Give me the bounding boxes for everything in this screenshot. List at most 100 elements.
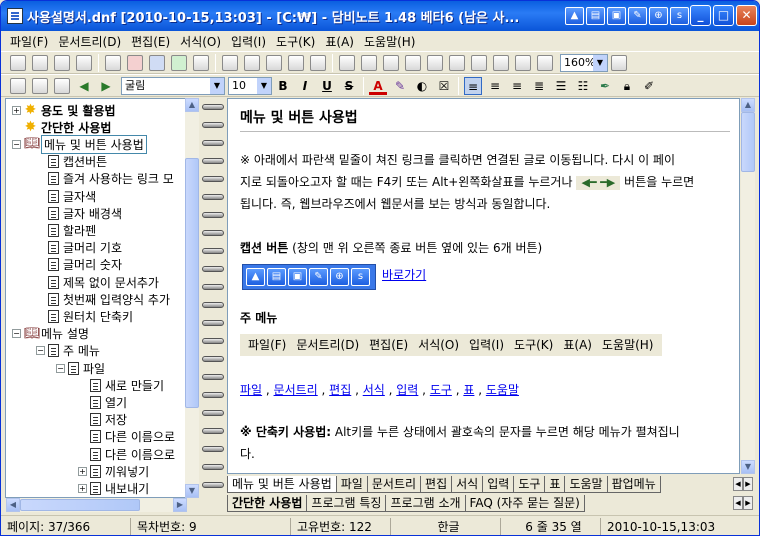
link-doctree[interactable]: 문서트리	[274, 383, 318, 397]
print-icon[interactable]	[76, 54, 92, 71]
caption-pin-button[interactable]: ⊕	[649, 7, 668, 25]
save-icon[interactable]	[54, 54, 70, 71]
collapse-icon[interactable]: −	[12, 329, 21, 339]
highlight-icon[interactable]: ✎	[391, 77, 409, 95]
sample-page-button[interactable]: ▣	[288, 268, 307, 286]
image-icon[interactable]	[361, 54, 377, 71]
undo-icon[interactable]	[222, 54, 238, 71]
expand-icon[interactable]: +	[78, 466, 87, 476]
open-folder-icon[interactable]	[32, 54, 48, 71]
caption-s-button[interactable]: s	[670, 7, 689, 25]
align-right-icon[interactable]: ≡	[508, 77, 526, 95]
border-icon[interactable]: ☒	[435, 77, 453, 95]
link-format[interactable]: 서식	[363, 383, 385, 397]
refresh-icon[interactable]	[32, 77, 48, 94]
menu-insert[interactable]: 입력(I)	[226, 33, 271, 50]
tree-item[interactable]: − 📖︎ 메뉴 설명	[12, 325, 89, 343]
sum-icon[interactable]	[405, 54, 421, 71]
tab-item[interactable]: 도움말	[564, 476, 608, 493]
font-size-select[interactable]: 10 ▼	[228, 76, 272, 95]
document-content[interactable]: 메뉴 및 버튼 사용법 ※ 아래에서 파란색 밑줄이 쳐진 링크를 클릭하면 연…	[227, 98, 740, 474]
tab-item[interactable]: 서식	[451, 476, 484, 493]
tab-next-icon[interactable]: ▶	[743, 477, 753, 491]
tab-prev-icon[interactable]: ◀	[733, 496, 743, 510]
scroll-down-icon[interactable]: ▼	[741, 460, 755, 474]
link-insert[interactable]: 입력	[396, 383, 418, 397]
tree-item[interactable]: 글머리 숫자	[36, 256, 122, 274]
zoom-select[interactable]: 160% ▼	[560, 53, 608, 72]
tab-prev-icon[interactable]: ◀	[733, 477, 743, 491]
justify-icon[interactable]: ≣	[530, 77, 548, 95]
view-icon[interactable]	[611, 54, 627, 71]
scroll-left-icon[interactable]: ◀	[6, 498, 20, 512]
tree-item[interactable]: 열기	[78, 393, 127, 411]
collapse-icon[interactable]: −	[56, 363, 65, 373]
tab-item[interactable]: 프로그램 특징	[306, 495, 387, 512]
align-top-icon[interactable]	[515, 54, 531, 71]
green-doc-icon[interactable]	[171, 54, 187, 71]
blue-doc-icon[interactable]	[149, 54, 165, 71]
content-vertical-scrollbar[interactable]: ▲ ▼	[741, 98, 755, 474]
cut-icon[interactable]	[266, 54, 282, 71]
tree-item[interactable]: 할라펜	[36, 221, 96, 239]
menu-edit[interactable]: 편집(E)	[126, 33, 175, 50]
number-list-icon[interactable]: ☷	[574, 77, 592, 95]
paste-icon[interactable]	[310, 54, 326, 71]
tab-item[interactable]: 편집	[420, 476, 453, 493]
align-left-icon[interactable]: ≡	[464, 76, 482, 95]
lock-icon[interactable]: 🔒︎	[618, 77, 636, 95]
red-doc-icon[interactable]	[127, 54, 143, 71]
sample-s-button[interactable]: s	[351, 268, 370, 286]
tab-item[interactable]: FAQ (자주 묻는 질문)	[464, 495, 585, 512]
align-center-icon[interactable]: ≡	[486, 77, 504, 95]
collapse-icon[interactable]: −	[36, 346, 45, 356]
tab-item[interactable]: 팝업메뉴	[606, 476, 661, 493]
tree-item[interactable]: + 끼워넣기	[78, 462, 149, 480]
font-select[interactable]: 굴림 ▼	[121, 76, 225, 95]
link-edit[interactable]: 편집	[329, 383, 351, 397]
underline-button[interactable]: U	[318, 77, 336, 95]
italic-button[interactable]: I	[296, 77, 314, 95]
scroll-up-icon[interactable]: ▲	[741, 98, 755, 112]
close-button[interactable]: ✕	[736, 5, 757, 26]
menu-format[interactable]: 서식(O)	[175, 33, 226, 50]
menu-help[interactable]: 도움말(H)	[359, 33, 421, 50]
pen-icon[interactable]: ✒	[596, 77, 614, 95]
new-note-icon[interactable]	[10, 54, 26, 71]
tree-vertical-scrollbar[interactable]: ▲ ▼	[185, 98, 199, 498]
tree-item[interactable]: 첫번째 입력양식 추가	[36, 290, 170, 308]
menu-file[interactable]: 파일(F)	[5, 33, 53, 50]
table-icon[interactable]	[339, 54, 355, 71]
align-bottom-icon[interactable]	[537, 54, 553, 71]
tab-item[interactable]: 파일	[335, 476, 368, 493]
new-doc-icon[interactable]	[105, 54, 121, 71]
tree-item[interactable]: 즐겨 사용하는 링크 모	[36, 170, 174, 188]
maximize-button[interactable]: □	[713, 5, 734, 26]
find-icon[interactable]	[244, 54, 260, 71]
scroll-thumb[interactable]	[185, 158, 199, 408]
tab-item[interactable]: 입력	[482, 476, 515, 493]
pin-icon[interactable]: ✐	[640, 77, 658, 95]
caption-edit-button[interactable]: ✎	[628, 7, 647, 25]
bg-color-icon[interactable]: ◐	[413, 77, 431, 95]
export-icon[interactable]	[193, 54, 209, 71]
scroll-up-icon[interactable]: ▲	[185, 98, 199, 112]
tree-item[interactable]: 다른 이름으로	[78, 445, 175, 463]
tree-item[interactable]: 저장	[78, 411, 127, 429]
tree-item[interactable]: + 내보내기	[78, 479, 149, 497]
menu-table[interactable]: 표(A)	[320, 33, 359, 50]
bold-button[interactable]: B	[274, 77, 292, 95]
scroll-thumb[interactable]	[741, 112, 755, 172]
sample-up-button[interactable]: ▲	[246, 268, 265, 286]
tree-horizontal-scrollbar[interactable]: ◀ ▶	[6, 498, 187, 512]
back-arrow-icon[interactable]: ◀	[75, 77, 93, 95]
font-color-icon[interactable]: A	[369, 77, 387, 95]
tab-item[interactable]: 표	[544, 476, 566, 493]
tree-item[interactable]: 캡션버튼	[36, 153, 107, 171]
expand-icon[interactable]: +	[12, 105, 21, 115]
tree-item[interactable]: 원터치 단축키	[36, 307, 133, 325]
indent-icon[interactable]	[471, 54, 487, 71]
strike-button[interactable]: S	[340, 77, 358, 95]
tab-item[interactable]: 프로그램 소개	[385, 495, 466, 512]
tree-item[interactable]: 새로 만들기	[78, 376, 164, 394]
